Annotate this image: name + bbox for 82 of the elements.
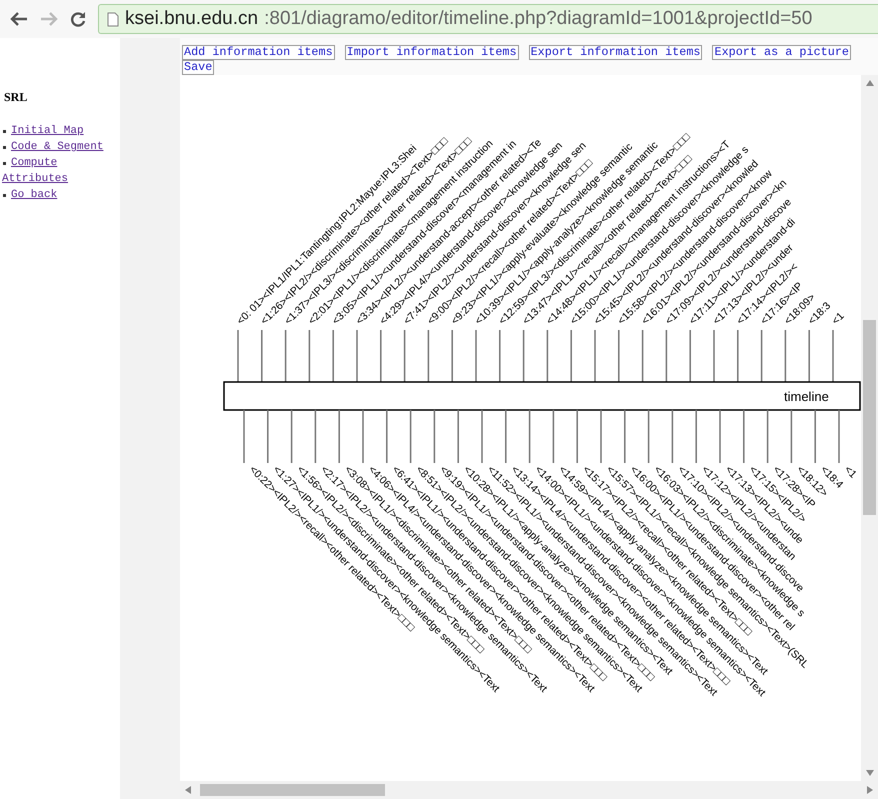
tick-mark [552, 410, 554, 463]
toolbar-button[interactable]: Export as a picture [712, 45, 851, 60]
horizontal-scrollbar[interactable] [180, 781, 878, 799]
scrollbar-thumb[interactable] [863, 320, 876, 515]
tick-mark [719, 410, 721, 463]
reload-icon[interactable] [70, 11, 86, 27]
sidebar-link[interactable]: Code & Segment [2, 139, 104, 155]
tick-mark [713, 330, 715, 382]
tick-mark [434, 410, 436, 463]
tick-mark [760, 330, 762, 382]
tick-mark [410, 410, 412, 463]
tick-mark [600, 410, 602, 463]
tick-mark [505, 410, 507, 463]
address-bar[interactable]: ksei.bnu.edu.cn :801/diagramo/editor/timeline.php?diagramId=1001&projectId=50 [98, 4, 878, 34]
tick-mark [546, 330, 548, 382]
tick-mark [237, 330, 239, 382]
scroll-right-icon[interactable] [867, 786, 873, 794]
sidebar-link[interactable]: Initial Map [2, 123, 84, 139]
back-icon[interactable] [10, 12, 28, 26]
tick-mark [290, 410, 292, 463]
tick-mark [766, 410, 768, 463]
tick-mark [790, 410, 792, 463]
tick-mark [481, 410, 483, 463]
tick-mark [814, 410, 816, 463]
toolbar-button[interactable]: Import information items [344, 45, 519, 60]
tick-mark [689, 330, 691, 382]
tick-mark [314, 410, 316, 463]
tick-mark [784, 330, 786, 382]
tick-mark [522, 330, 524, 382]
sidebar-link[interactable]: Compute Attributes [2, 155, 112, 187]
tick-mark [737, 330, 739, 382]
tick-mark [743, 410, 745, 463]
tick-mark [261, 330, 263, 382]
sidebar-link[interactable]: Go back [2, 187, 58, 203]
bullet-icon [3, 146, 6, 149]
event-label: <1 [842, 464, 859, 481]
tick-mark [386, 410, 388, 463]
tick-mark [808, 330, 810, 382]
tick-mark [332, 330, 334, 382]
timeline-title: timeline [784, 389, 829, 404]
bullet-icon [3, 194, 6, 197]
tick-mark [642, 330, 644, 382]
scrollbar-thumb[interactable] [200, 784, 385, 796]
bullet-icon [3, 130, 6, 133]
tick-mark [576, 410, 578, 463]
tick-mark [838, 410, 840, 463]
tick-mark [695, 410, 697, 463]
tick-mark [528, 410, 530, 463]
tick-mark [475, 330, 477, 382]
tick-mark [338, 410, 340, 463]
toolbar-button[interactable]: Save [182, 60, 214, 75]
tick-mark [832, 330, 834, 382]
tick-mark [570, 330, 572, 382]
scroll-up-icon[interactable] [866, 80, 874, 86]
bullet-icon [3, 162, 6, 165]
scroll-down-icon[interactable] [866, 770, 874, 776]
tick-mark [499, 330, 501, 382]
tick-mark [404, 330, 406, 382]
tick-mark [666, 330, 668, 382]
tick-mark [308, 330, 310, 382]
tick-mark [428, 330, 430, 382]
tick-mark [624, 410, 626, 463]
tick-mark [451, 330, 453, 382]
tick-mark [618, 330, 620, 382]
tick-mark [380, 330, 382, 382]
toolbar-button[interactable]: Export information items [528, 45, 702, 60]
tick-mark [648, 410, 650, 463]
tick-mark [362, 410, 364, 463]
vertical-scrollbar[interactable] [861, 75, 878, 781]
scroll-left-icon[interactable] [185, 786, 191, 794]
tick-mark [243, 410, 245, 463]
page-icon [107, 12, 119, 26]
tick-mark [672, 410, 674, 463]
forward-icon[interactable] [40, 12, 58, 26]
tick-mark [356, 330, 358, 382]
toolbar-button[interactable]: Add information items [182, 45, 335, 60]
tick-mark [284, 330, 286, 382]
tick-mark [457, 410, 459, 463]
sidebar-title: SRL [4, 90, 28, 105]
tick-mark [594, 330, 596, 382]
tick-mark [267, 410, 269, 463]
event-label: <1 [830, 310, 847, 328]
